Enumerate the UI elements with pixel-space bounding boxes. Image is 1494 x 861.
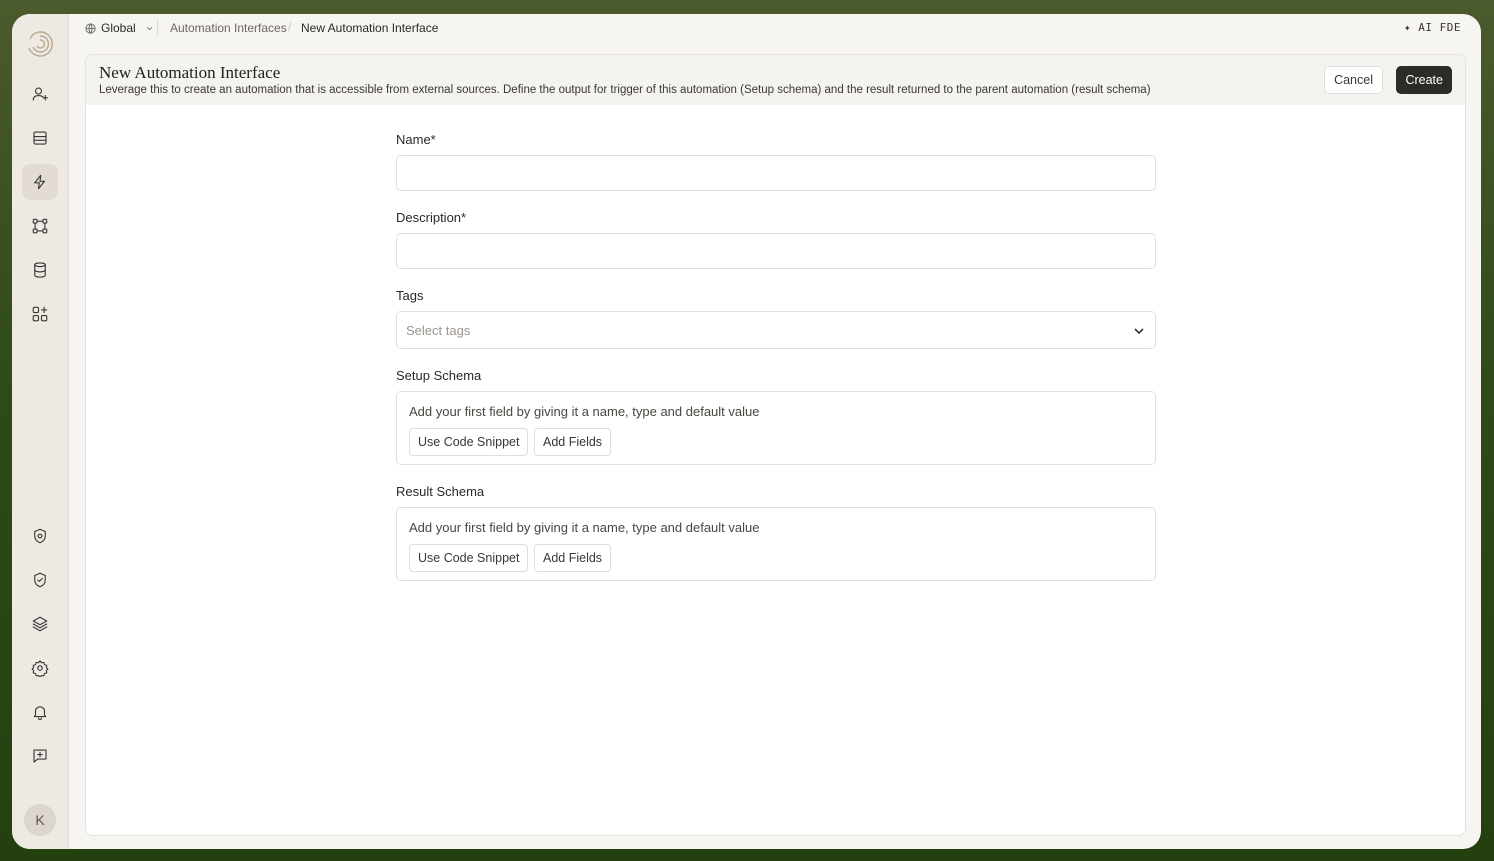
chevron-down-icon [146, 26, 152, 30]
result-add-fields-button[interactable]: Add Fields [534, 544, 612, 572]
database-icon [34, 262, 46, 278]
setup-schema-hint: Add your first field by giving it a name… [409, 404, 760, 419]
cancel-button[interactable]: Cancel [1324, 66, 1383, 94]
sidebar-item-users[interactable] [22, 76, 58, 112]
tags-label: Tags [396, 288, 424, 303]
create-button[interactable]: Create [1396, 66, 1452, 94]
page-title: New Automation Interface [99, 63, 281, 82]
sidebar-item-workflows[interactable] [22, 208, 58, 244]
description-label: Description* [396, 210, 467, 225]
sidebar-item-compliance[interactable] [22, 562, 58, 598]
description-input[interactable] [396, 233, 1156, 269]
sidebar-item-apps[interactable] [22, 296, 58, 332]
workspace-label: Global [101, 21, 136, 35]
page-description: Leverage this to create an automation th… [99, 84, 1151, 96]
divider [157, 20, 158, 35]
workspace-selector[interactable]: Global [85, 21, 154, 35]
shield-check-icon [34, 572, 46, 588]
sidebar-item-settings[interactable] [22, 650, 58, 686]
top-bar: Global Automation Interfaces / New Autom… [69, 14, 1481, 42]
page-header: New Automation Interface Leverage this t… [86, 55, 1465, 105]
breadcrumb-separator: / [288, 20, 292, 34]
settings-icon [31, 660, 49, 677]
user-plus-icon [32, 87, 49, 101]
setup-schema-box: Add your first field by giving it a name… [396, 391, 1156, 465]
sidebar: K [12, 14, 69, 849]
workflow-icon [32, 218, 48, 234]
chevron-down-icon [1134, 328, 1144, 335]
tags-placeholder: Select tags [406, 323, 471, 338]
breadcrumb-automation-interfaces[interactable]: Automation Interfaces [170, 21, 287, 35]
app-logo[interactable] [25, 29, 55, 59]
layers-icon [32, 616, 48, 632]
sidebar-item-notifications[interactable] [22, 694, 58, 730]
sidebar-item-layers[interactable] [22, 606, 58, 642]
lightning-icon [34, 174, 46, 190]
sidebar-item-database[interactable] [22, 252, 58, 288]
sidebar-item-inbox[interactable] [22, 120, 58, 156]
shield-icon [34, 528, 46, 544]
result-schema-box: Add your first field by giving it a name… [396, 507, 1156, 581]
sidebar-item-automations[interactable] [22, 164, 58, 200]
bell-icon [33, 706, 47, 720]
name-label: Name* [396, 132, 436, 147]
tags-select[interactable]: Select tags [396, 311, 1156, 349]
apps-plus-icon [32, 306, 48, 322]
sidebar-item-security[interactable] [22, 518, 58, 554]
name-input[interactable] [396, 155, 1156, 191]
feedback-icon [33, 749, 47, 763]
sidebar-item-feedback[interactable] [22, 738, 58, 774]
globe-icon [85, 22, 96, 34]
setup-use-code-snippet-button[interactable]: Use Code Snippet [409, 428, 529, 456]
result-schema-hint: Add your first field by giving it a name… [409, 520, 760, 535]
setup-schema-label: Setup Schema [396, 368, 482, 383]
ai-fde-button[interactable]: ✦ AI FDE [1404, 21, 1461, 34]
setup-add-fields-button[interactable]: Add Fields [534, 428, 612, 456]
app-window: K Global Automation Interfaces / New Aut… [12, 14, 1481, 849]
breadcrumb-current: New Automation Interface [301, 21, 439, 35]
avatar[interactable]: K [24, 804, 56, 836]
result-use-code-snippet-button[interactable]: Use Code Snippet [409, 544, 529, 572]
main-panel: New Automation Interface Leverage this t… [85, 54, 1466, 836]
result-schema-label: Result Schema [396, 484, 485, 499]
inbox-icon [33, 131, 47, 145]
